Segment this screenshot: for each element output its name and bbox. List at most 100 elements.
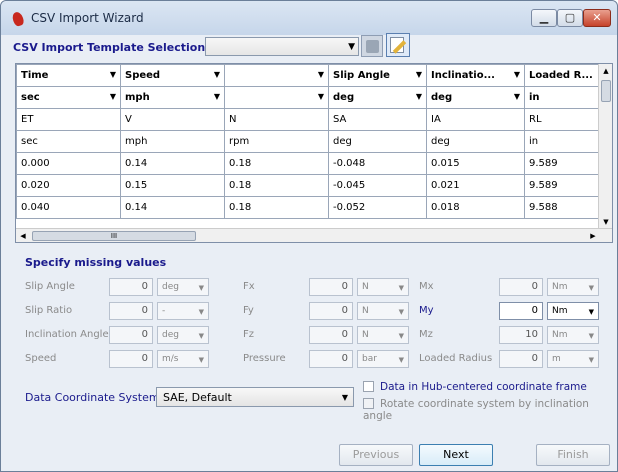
table-cell: SA	[328, 108, 427, 131]
window-title: CSV Import Wizard	[31, 11, 144, 25]
dropdown-arrow-icon[interactable]: ▼	[318, 92, 324, 101]
column-header[interactable]: Speed ▼	[120, 64, 225, 87]
fx-label: Fx	[243, 281, 255, 292]
rotate-by-inclination-checkbox[interactable]: Rotate coordinate system by inclination …	[363, 398, 617, 422]
edit-template-button[interactable]	[386, 33, 410, 57]
column-header[interactable]: Loaded R...	[524, 64, 600, 87]
unit-header-row: sec ▼ mph ▼ ▼ deg ▼ deg ▼ in	[16, 86, 600, 109]
maximize-button[interactable]: ▢	[557, 9, 583, 27]
unit-header[interactable]: mph ▼	[120, 86, 225, 109]
unit-header[interactable]: sec ▼	[16, 86, 121, 109]
fz-input[interactable]: 0	[309, 326, 353, 344]
fy-unit-select[interactable]: N ▼	[357, 302, 409, 320]
table-cell: N	[224, 108, 329, 131]
column-header[interactable]: ▼	[224, 64, 329, 87]
table-cell: deg	[328, 130, 427, 153]
mz-unit-select[interactable]: Nm ▼	[547, 326, 599, 344]
slip-angle-label: Slip Angle	[25, 281, 75, 292]
dropdown-arrow-icon[interactable]: ▼	[416, 92, 422, 101]
column-header[interactable]: Slip Angle ▼	[328, 64, 427, 87]
scroll-down-icon[interactable]: ▼	[599, 215, 612, 229]
scroll-left-icon[interactable]: ◀	[16, 229, 30, 242]
previous-button[interactable]: Previous	[339, 444, 413, 466]
unit-header[interactable]: deg ▼	[426, 86, 525, 109]
preview-table: Time ▼ Speed ▼ ▼ Slip Angle ▼ Inclinatio...…	[16, 64, 600, 219]
table-cell: IA	[426, 108, 525, 131]
speed-input[interactable]: 0	[109, 350, 153, 368]
unit-header[interactable]: deg ▼	[328, 86, 427, 109]
table-cell: V	[120, 108, 225, 131]
table-cell: 9.588	[524, 196, 600, 219]
speed-unit-select[interactable]: m/s ▼	[157, 350, 209, 368]
table-cell: -0.048	[328, 152, 427, 175]
column-header[interactable]: Time ▼	[16, 64, 121, 87]
next-button[interactable]: Next	[419, 444, 493, 466]
pressure-input[interactable]: 0	[309, 350, 353, 368]
chevron-down-icon: ▼	[398, 356, 404, 364]
scroll-right-icon[interactable]: ▶	[586, 229, 600, 242]
loaded-radius-input[interactable]: 0	[499, 350, 543, 368]
pressure-unit-select[interactable]: bar ▼	[357, 350, 409, 368]
finish-button[interactable]: Finish	[536, 444, 610, 466]
unit-header[interactable]: in	[524, 86, 600, 109]
coordinate-system-value: SAE, Default	[163, 391, 232, 404]
unit-header[interactable]: ▼	[224, 86, 329, 109]
scroll-up-icon[interactable]: ▲	[599, 64, 612, 78]
channel-header-row: Time ▼ Speed ▼ ▼ Slip Angle ▼ Inclinatio...…	[16, 64, 600, 87]
slip-angle-unit-select[interactable]: deg ▼	[157, 278, 209, 296]
table-cell: 0.14	[120, 152, 225, 175]
horizontal-scroll-thumb[interactable]: III	[32, 231, 196, 241]
mx-unit-select[interactable]: Nm ▼	[547, 278, 599, 296]
slip-ratio-input[interactable]: 0	[109, 302, 153, 320]
vertical-scrollbar[interactable]: ▲ ▼	[598, 64, 612, 229]
mx-input[interactable]: 0	[499, 278, 543, 296]
close-button[interactable]: ✕	[583, 9, 611, 27]
table-cell: 0.18	[224, 152, 329, 175]
table-cell: 0.18	[224, 196, 329, 219]
table-row: 0.000 0.14 0.18 -0.048 0.015 9.589	[16, 152, 600, 175]
fy-input[interactable]: 0	[309, 302, 353, 320]
slip-ratio-unit-select[interactable]: - ▼	[157, 302, 209, 320]
dropdown-arrow-icon[interactable]: ▼	[514, 70, 520, 79]
minimize-button[interactable]: ▁	[531, 9, 557, 27]
save-template-button[interactable]	[361, 35, 383, 57]
chevron-down-icon: ▼	[588, 356, 594, 364]
table-cell: sec	[16, 130, 121, 153]
save-disk-icon	[366, 40, 379, 53]
fz-unit-select[interactable]: N ▼	[357, 326, 409, 344]
mz-label: Mz	[419, 329, 433, 340]
fx-unit-select[interactable]: N ▼	[357, 278, 409, 296]
dropdown-arrow-icon[interactable]: ▼	[416, 70, 422, 79]
table-cell: deg	[426, 130, 525, 153]
slip-angle-input[interactable]: 0	[109, 278, 153, 296]
coordinate-system-select[interactable]: SAE, Default ▼	[156, 387, 354, 407]
dropdown-arrow-icon[interactable]: ▼	[214, 70, 220, 79]
inclination-angle-input[interactable]: 0	[109, 326, 153, 344]
dropdown-arrow-icon[interactable]: ▼	[214, 92, 220, 101]
loaded-radius-unit-select[interactable]: m ▼	[547, 350, 599, 368]
vertical-scroll-thumb[interactable]	[601, 80, 611, 102]
checkbox-icon[interactable]	[363, 381, 374, 392]
chevron-down-icon: ▼	[398, 284, 404, 292]
data-preview-grid[interactable]: Time ▼ Speed ▼ ▼ Slip Angle ▼ Inclinatio...…	[15, 63, 613, 243]
table-cell: -0.045	[328, 174, 427, 197]
dropdown-arrow-icon[interactable]: ▼	[318, 70, 324, 79]
column-header[interactable]: Inclinatio... ▼	[426, 64, 525, 87]
dropdown-arrow-icon[interactable]: ▼	[110, 92, 116, 101]
checkbox-icon[interactable]	[363, 398, 374, 409]
inclination-angle-unit-select[interactable]: deg ▼	[157, 326, 209, 344]
mz-input[interactable]: 10	[499, 326, 543, 344]
table-cell: 9.589	[524, 152, 600, 175]
my-unit-select[interactable]: Nm ▼	[547, 302, 599, 320]
csv-import-wizard-window: CSV Import Wizard ▁ ▢ ✕ CSV Import Templ…	[0, 0, 618, 472]
hub-centered-checkbox[interactable]: Data in Hub-centered coordinate frame	[363, 381, 587, 393]
coordinate-system-label: Data Coordinate System	[25, 391, 160, 404]
my-input[interactable]: 0	[499, 302, 543, 320]
template-select[interactable]: ▼	[205, 37, 359, 56]
dropdown-arrow-icon[interactable]: ▼	[110, 70, 116, 79]
minimize-icon: ▁	[539, 11, 549, 24]
dropdown-arrow-icon[interactable]: ▼	[514, 92, 520, 101]
table-row: sec mph rpm deg deg in	[16, 130, 600, 153]
fx-input[interactable]: 0	[309, 278, 353, 296]
horizontal-scrollbar[interactable]: ◀ III ▶	[16, 228, 612, 242]
